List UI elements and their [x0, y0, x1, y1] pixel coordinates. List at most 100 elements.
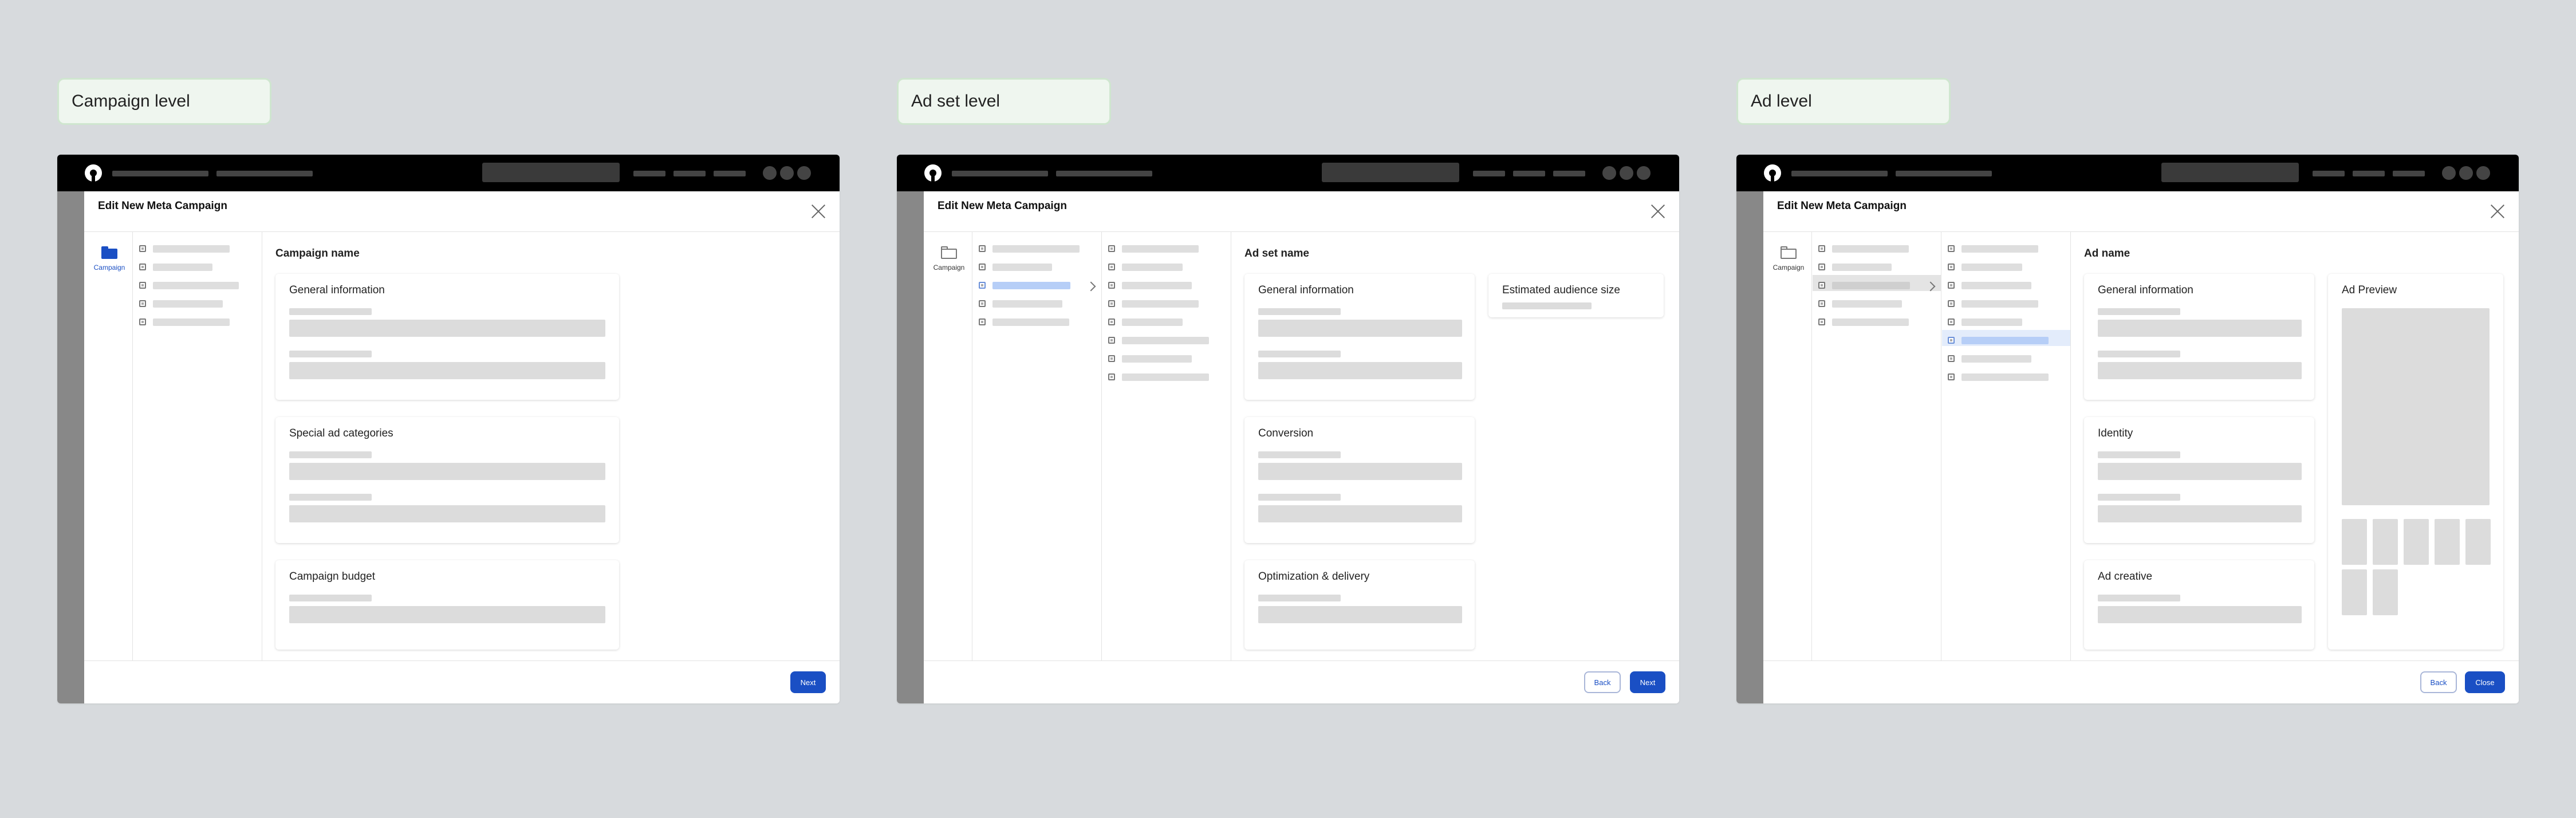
nav-icon-placeholder[interactable]	[2459, 166, 2473, 180]
level-label-text: Ad level	[1751, 92, 1812, 111]
nav-placeholder[interactable]	[1473, 171, 1505, 176]
checkbox[interactable]	[1818, 264, 1825, 270]
checkbox[interactable]	[979, 264, 986, 270]
input-placeholder[interactable]	[2098, 463, 2302, 480]
checkbox[interactable]	[1108, 318, 1115, 325]
input-placeholder[interactable]	[1258, 606, 1462, 623]
checkbox[interactable]	[1108, 355, 1115, 362]
next-button[interactable]: Next	[1630, 671, 1665, 693]
checkbox[interactable]	[1948, 300, 1955, 307]
nav-placeholder[interactable]	[112, 171, 208, 176]
checkbox[interactable]	[1948, 373, 1955, 380]
nav-icon-placeholder[interactable]	[2476, 166, 2490, 180]
search-bar-placeholder[interactable]	[482, 163, 620, 182]
search-bar-placeholder[interactable]	[2161, 163, 2299, 182]
ad-preview-thumbnail[interactable]	[2342, 569, 2367, 615]
checkbox[interactable]	[1108, 373, 1115, 380]
checkbox[interactable]	[1108, 245, 1115, 252]
close-button[interactable]: Close	[2465, 671, 2505, 693]
checkbox[interactable]	[1818, 318, 1825, 325]
checkbox[interactable]	[1818, 245, 1825, 252]
checkbox[interactable]	[979, 300, 986, 307]
checkbox[interactable]	[1818, 300, 1825, 307]
input-placeholder[interactable]	[2098, 362, 2302, 379]
close-icon[interactable]	[2490, 204, 2505, 219]
sidebar-item-campaign[interactable]: Campaign	[932, 264, 966, 272]
back-button[interactable]: Back	[2420, 671, 2457, 693]
nav-icon-placeholder[interactable]	[1620, 166, 1633, 180]
input-placeholder[interactable]	[1258, 362, 1462, 379]
checkbox[interactable]	[139, 264, 146, 270]
nav-placeholder[interactable]	[216, 171, 313, 176]
nav-icon-placeholder[interactable]	[797, 166, 811, 180]
input-placeholder[interactable]	[1258, 320, 1462, 337]
app-logo-icon[interactable]	[1764, 164, 1781, 182]
checkbox[interactable]	[1108, 337, 1115, 344]
input-placeholder[interactable]	[289, 362, 605, 379]
ad-preview-thumbnail[interactable]	[2465, 519, 2491, 565]
folder-icon[interactable]	[941, 246, 957, 259]
nav-placeholder[interactable]	[673, 171, 706, 176]
next-button[interactable]: Next	[790, 671, 826, 693]
checkbox[interactable]	[1108, 282, 1115, 289]
ad-preview-thumbnail[interactable]	[2373, 569, 2398, 615]
sidebar-item-campaign[interactable]: Campaign	[92, 264, 127, 272]
input-placeholder[interactable]	[289, 320, 605, 337]
nav-placeholder[interactable]	[2393, 171, 2425, 176]
back-button[interactable]: Back	[1584, 671, 1621, 693]
nav-icon-placeholder[interactable]	[1637, 166, 1651, 180]
folder-icon[interactable]	[101, 246, 117, 259]
checkbox[interactable]	[1108, 300, 1115, 307]
checkbox[interactable]	[979, 318, 986, 325]
folder-icon[interactable]	[1781, 246, 1797, 259]
checkbox[interactable]	[1948, 318, 1955, 325]
checkbox[interactable]	[1818, 282, 1825, 289]
app-logo-icon[interactable]	[924, 164, 942, 182]
nav-placeholder[interactable]	[1553, 171, 1585, 176]
checkbox[interactable]	[1948, 355, 1955, 362]
ad-preview-thumbnail[interactable]	[2404, 519, 2429, 565]
nav-placeholder[interactable]	[633, 171, 665, 176]
checkbox[interactable]	[139, 282, 146, 289]
nav-placeholder[interactable]	[1056, 171, 1152, 176]
nav-placeholder[interactable]	[1791, 171, 1888, 176]
nav-icon-placeholder[interactable]	[780, 166, 794, 180]
checkbox[interactable]	[1948, 337, 1955, 344]
input-placeholder[interactable]	[2098, 606, 2302, 623]
checkbox[interactable]	[139, 318, 146, 325]
checkbox[interactable]	[1948, 264, 1955, 270]
nav-icon-placeholder[interactable]	[1602, 166, 1616, 180]
input-placeholder[interactable]	[1258, 505, 1462, 522]
nav-icon-placeholder[interactable]	[2442, 166, 2456, 180]
app-logo-icon[interactable]	[85, 164, 102, 182]
input-placeholder[interactable]	[2098, 505, 2302, 522]
checkbox[interactable]	[979, 282, 986, 289]
nav-placeholder[interactable]	[714, 171, 746, 176]
nav-placeholder[interactable]	[952, 171, 1048, 176]
card-ad-creative: Ad creative	[2084, 560, 2314, 650]
ad-preview-thumbnail[interactable]	[2342, 519, 2367, 565]
input-placeholder[interactable]	[1258, 463, 1462, 480]
checkbox[interactable]	[979, 245, 986, 252]
checkbox[interactable]	[139, 300, 146, 307]
close-icon[interactable]	[811, 204, 826, 219]
nav-placeholder[interactable]	[1896, 171, 1992, 176]
nav-placeholder[interactable]	[1513, 171, 1545, 176]
search-bar-placeholder[interactable]	[1322, 163, 1459, 182]
ad-preview-thumbnail[interactable]	[2435, 519, 2460, 565]
nav-icon-placeholder[interactable]	[763, 166, 777, 180]
nav-placeholder[interactable]	[2353, 171, 2385, 176]
close-icon[interactable]	[1651, 204, 1665, 219]
input-placeholder[interactable]	[289, 463, 605, 480]
input-placeholder[interactable]	[289, 606, 605, 623]
checkbox[interactable]	[139, 245, 146, 252]
sidebar-item-campaign[interactable]: Campaign	[1771, 264, 1806, 272]
ad-preview-thumbnail[interactable]	[2373, 519, 2398, 565]
input-placeholder[interactable]	[2098, 320, 2302, 337]
checkbox[interactable]	[1948, 245, 1955, 252]
checkbox[interactable]	[1108, 264, 1115, 270]
card-title: Ad creative	[2098, 571, 2153, 583]
checkbox[interactable]	[1948, 282, 1955, 289]
input-placeholder[interactable]	[289, 505, 605, 522]
nav-placeholder[interactable]	[2313, 171, 2345, 176]
